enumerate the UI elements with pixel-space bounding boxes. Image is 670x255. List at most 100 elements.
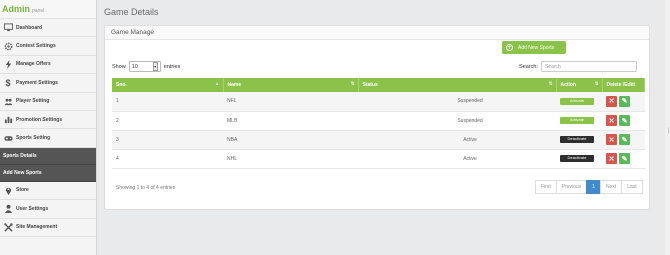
pager-page-1[interactable]: 1 (586, 180, 601, 194)
sort-icon: ▲ (215, 81, 220, 86)
column-header-delete-edit: Delete /Edit\ (602, 78, 645, 92)
sidebar-item-label: User Settings (16, 205, 49, 212)
sidebar-subitem-label: Sports Details (3, 152, 37, 159)
page-length-value: 10 (131, 63, 138, 70)
map-pin-icon (0, 186, 16, 195)
column-header-status[interactable]: Status ⇅ (358, 78, 557, 92)
cell-name: NBA (223, 130, 358, 150)
cell-name: MLB (223, 111, 358, 131)
cell-action: Activate (556, 111, 602, 131)
table-row: 2 MLB Suspended Activate ✕ ✎ (112, 111, 645, 131)
sidebar-item-label: Promotion Settings (16, 116, 63, 123)
sidebar-item-promotion-settings[interactable]: Promotion Settings (0, 111, 96, 130)
delete-icon[interactable]: ✕ (606, 134, 617, 145)
brand-logo[interactable]: Admin panel (0, 0, 96, 19)
edit-icon[interactable]: ✎ (619, 115, 630, 126)
table-header-row: Sno. ▲ Name ⇅ Status ⇅ Action ⇅ Delete /Edit… (112, 78, 645, 92)
cell-status: Active (358, 130, 556, 150)
cell-sno: 1 (112, 92, 223, 112)
search-control: Search: Search (519, 61, 637, 72)
cell-delete-edit: ✕ ✎ (602, 92, 645, 112)
cell-action: Activate (556, 92, 602, 112)
activate-button[interactable]: Activate (560, 117, 594, 124)
column-header-action[interactable]: Action ⇅ (556, 78, 603, 92)
column-header-name[interactable]: Name ⇅ (223, 78, 359, 92)
sidebar-item-payment-settings[interactable]: $ Payment Settings (0, 74, 96, 93)
sidebar-item-store[interactable]: Store (0, 182, 96, 201)
cell-name: NHL (223, 149, 358, 169)
add-new-sports-label: Add New Sports (518, 44, 555, 51)
sort-icon: ⇅ (594, 81, 599, 86)
sidebar-item-label: Store (16, 187, 29, 194)
pager-previous[interactable]: Previous (555, 180, 588, 194)
delete-icon[interactable]: ✕ (606, 153, 617, 164)
cell-sno: 3 (112, 130, 223, 150)
pager-next[interactable]: Next (599, 180, 623, 194)
sidebar-item-player-setting[interactable]: Player Setting (0, 93, 96, 111)
cell-action: Deactivate (556, 149, 602, 169)
deactivate-button[interactable]: Deactivate (560, 136, 594, 143)
search-input[interactable]: Search (540, 61, 637, 72)
user-icon (0, 204, 16, 214)
cell-delete-edit: ✕ ✎ (602, 130, 645, 150)
edit-icon[interactable]: ✎ (619, 153, 630, 164)
activate-button[interactable]: Activate (560, 98, 594, 105)
sidebar: Admin panel Dashboard Contest Settings Ma… (0, 0, 97, 255)
table-row: 1 NFL Suspended Activate ✕ ✎ (112, 92, 645, 112)
pagination: First Previous 1 Next Last (535, 180, 643, 194)
column-header-sno[interactable]: Sno. ▲ (112, 78, 224, 92)
dollar-icon: $ (5, 77, 11, 88)
table-info: Showing 1 to 4 of 4 entries (116, 185, 176, 191)
table-row: 3 NBA Active Deactivate ✕ ✎ (112, 130, 645, 150)
gear-icon (0, 42, 16, 51)
plus-icon: + (506, 44, 513, 51)
page-title: Game Details (104, 7, 159, 17)
sidebar-item-dashboard[interactable]: Dashboard (0, 19, 96, 38)
brand-subtitle: panel (32, 8, 45, 14)
sidebar-subitem-label: Add New Sports (3, 169, 42, 176)
search-label: Search: (519, 63, 538, 70)
deactivate-button[interactable]: Deactivate (560, 155, 594, 162)
edit-icon[interactable]: ✎ (619, 134, 630, 145)
users-icon (0, 97, 16, 106)
cell-delete-edit: ✕ ✎ (602, 111, 645, 131)
sidebar-item-contest-settings[interactable]: Contest Settings (0, 37, 96, 56)
resize-handle[interactable]: | (667, 128, 669, 134)
cell-status: Suspended (358, 111, 556, 131)
cell-status: Suspended (358, 92, 556, 112)
sidebar-item-label: Manage Offers (16, 61, 51, 68)
page-length-control: Show 10 ▾ entries (112, 61, 180, 72)
cell-delete-edit: ✕ ✎ (602, 149, 645, 169)
cell-name: NFL (223, 92, 358, 112)
delete-icon[interactable]: ✕ (606, 95, 617, 107)
gamepad-icon (0, 134, 16, 143)
page-length-select[interactable]: 10 ▾ (128, 61, 161, 72)
sidebar-item-sports-setting[interactable]: Sports Setting (0, 129, 96, 148)
show-label: Show (112, 63, 126, 70)
add-new-sports-button[interactable]: + Add New Sports (502, 41, 566, 54)
sidebar-item-label: Player Setting (16, 98, 50, 105)
sidebar-item-manage-offers[interactable]: Manage Offers (0, 56, 96, 75)
chevron-down-icon: ▾ (152, 62, 158, 71)
pager-last[interactable]: Last (621, 180, 643, 194)
sidebar-subitem-sports-details[interactable]: Sports Details (0, 147, 96, 165)
cell-sno: 4 (112, 149, 223, 169)
sidebar-item-label: Dashboard (16, 24, 43, 31)
tools-icon (0, 222, 16, 232)
bolt-icon (0, 59, 16, 69)
cell-sno: 2 (112, 111, 223, 131)
brand-title: Admin (2, 4, 30, 14)
edit-icon[interactable]: ✎ (619, 95, 630, 107)
delete-icon[interactable]: ✕ (606, 115, 617, 126)
cell-action: Deactivate (556, 130, 602, 150)
games-table: Sno. ▲ Name ⇅ Status ⇅ Action ⇅ Delete /Edit… (112, 78, 645, 169)
entries-label: entries (163, 63, 181, 70)
chart-icon (0, 115, 16, 124)
sidebar-subitem-add-new-sports[interactable]: Add New Sports (0, 164, 96, 182)
sidebar-item-user-settings[interactable]: User Settings (0, 200, 96, 219)
pager-first[interactable]: First (535, 180, 557, 194)
game-manage-panel: Game Manage + Add New Sports Show 10 ▾ e… (104, 25, 650, 210)
sidebar-item-site-management[interactable]: Site Management (0, 219, 96, 237)
panel-title: Game Manage (105, 26, 649, 40)
sidebar-item-label: Contest Settings (16, 43, 56, 50)
